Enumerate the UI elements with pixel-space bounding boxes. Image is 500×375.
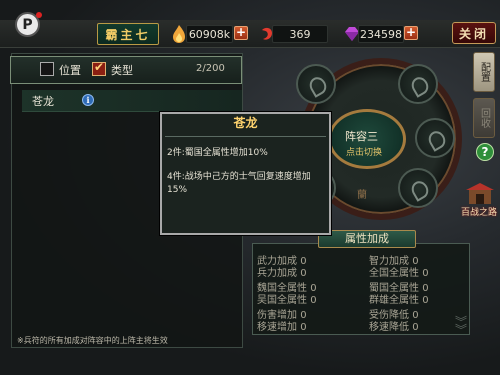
scroll-down-chevron-icon[interactable]: ︾ ︾ [455, 316, 467, 336]
info-icon[interactable]: i [82, 94, 94, 106]
position-filter-label: 位置 [59, 64, 81, 77]
formation-title: 阵容三 [345, 130, 378, 143]
add-gem-button[interactable]: + [404, 26, 418, 40]
attr-left-3: 吴国全属性 0 [257, 295, 317, 306]
top-bar [0, 20, 500, 48]
formation-switch-hint: 点击切换 [346, 148, 383, 158]
type-filter-checkbox[interactable] [92, 60, 106, 76]
attr-left-5: 移速增加 0 [257, 322, 307, 333]
position-filter-checkbox[interactable] [40, 62, 54, 76]
attr-right-1: 全国全属性 0 [369, 268, 429, 279]
lord-title-badge[interactable]: 霸主七 [97, 23, 159, 45]
attr-left-1: 兵力加成 0 [257, 268, 307, 279]
attr-right-5: 移速降低 0 [369, 322, 419, 333]
attribute-header: 属性加成 [318, 230, 416, 248]
type-filter-label: 类型 [111, 64, 133, 77]
list-item-name: 苍龙 [32, 95, 54, 108]
formation-slot[interactable] [415, 118, 455, 158]
footnote: ※兵符的所有加成对阵容中的上阵主将生效 [17, 336, 168, 345]
stamina-value: 369 [289, 27, 311, 41]
gem-value: 234598 [360, 27, 402, 41]
tooltip-bonus-4: 4件:战场中己方的士气回复速度增加15% [167, 172, 311, 195]
attr-right-3: 群雄全属性 0 [369, 295, 429, 306]
tooltip-title: 苍龙 [233, 116, 258, 130]
battle-road-label: 百战之路 [461, 208, 498, 218]
formation-slot[interactable] [296, 64, 336, 104]
tooltip-divider [165, 136, 326, 137]
stamina-counter: 369 [272, 25, 328, 43]
add-gold-button[interactable]: + [234, 26, 248, 40]
tooltip-bonus-2: 2件:蜀国全属性增加10% [167, 148, 268, 158]
help-icon[interactable]: ? [476, 143, 494, 161]
formation-slot[interactable] [398, 64, 438, 104]
gold-counter: 60908k [186, 25, 233, 43]
notification-dot [36, 12, 42, 18]
list-item[interactable] [22, 90, 242, 112]
recycle-button[interactable]: 回收 [473, 98, 495, 138]
config-button[interactable]: 配置 [473, 52, 495, 92]
rune-count: 2/200 [196, 63, 225, 74]
formation-slot[interactable] [398, 168, 438, 208]
gold-value: 60908k [188, 27, 231, 41]
formation-emblem-char: 蘭 [357, 190, 367, 201]
gem-counter: 234598 [358, 25, 404, 43]
close-button[interactable]: 关闭 [452, 22, 496, 44]
